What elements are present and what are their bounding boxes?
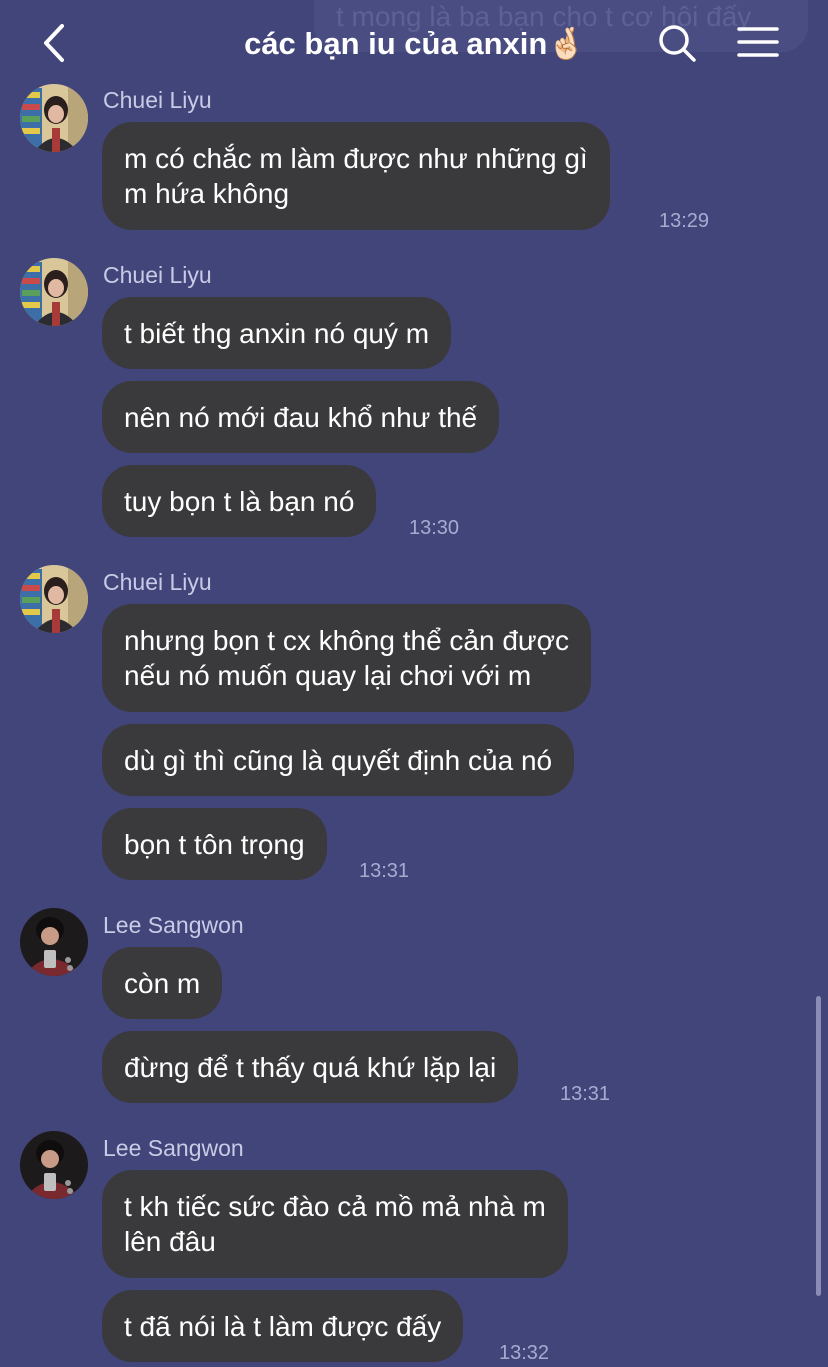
message-timestamp: 13:31 <box>359 860 410 882</box>
avatar-chuei-liyu[interactable] <box>20 565 88 633</box>
message-line: m có chắc m làm được như những gì <box>124 143 588 174</box>
message-bubble[interactable]: m có chắc m làm được như những gì m hứa … <box>102 122 610 230</box>
message-line: t đã nói là t làm được đấy <box>124 1310 442 1342</box>
chat-title: các bạn iu của anxin🤞🏻 <box>244 26 586 61</box>
search-icon <box>659 25 696 62</box>
message-bubble[interactable]: nhưng bọn t cx không thể cản được nếu nó… <box>102 604 592 712</box>
avatar-chuei-liyu[interactable] <box>20 84 88 152</box>
message-line: tuy bọn t là bạn nó <box>124 485 355 517</box>
message-line: lên đâu <box>124 1226 216 1257</box>
message-timestamp: 13:29 <box>659 210 710 232</box>
menu-button[interactable] <box>736 24 780 62</box>
message-line: nên nó mới đau khổ như thế <box>124 401 478 433</box>
message-bubble[interactable]: t đã nói là t làm được đấy <box>102 1290 464 1362</box>
message-line: m hứa không <box>124 178 290 209</box>
sender-name: Lee Sangwon <box>103 912 244 938</box>
message-line: còn m <box>124 967 201 999</box>
sender-name: Chuei Liyu <box>103 569 212 595</box>
message-line: t kh tiếc sức đào cả mồ mả nhà m <box>124 1191 546 1222</box>
sender-name: Chuei Liyu <box>103 262 212 288</box>
message-bubble[interactable]: t biết thg anxin nó quý m <box>102 297 452 369</box>
scrollbar[interactable] <box>816 996 821 1296</box>
avatar-chuei-liyu[interactable] <box>20 258 88 326</box>
avatar-lee-sangwon[interactable] <box>20 1131 88 1199</box>
hamburger-menu-icon <box>737 27 779 57</box>
message-bubble[interactable]: tuy bọn t là bạn nó <box>102 465 377 537</box>
message-line: nhưng bọn t cx không thể cản được <box>124 625 570 656</box>
sender-name: Lee Sangwon <box>103 1135 244 1161</box>
avatar-lee-sangwon[interactable] <box>20 908 88 976</box>
message-timestamp: 13:30 <box>409 517 460 539</box>
sender-name: Chuei Liyu <box>103 87 212 113</box>
message-bubble[interactable]: dù gì thì cũng là quyết định của nó <box>102 724 575 796</box>
chat-header: t mong là ba bạn cho t cơ hội đấy các bạ… <box>0 0 828 86</box>
message-bubble[interactable]: nên nó mới đau khổ như thế <box>102 381 500 453</box>
message-line: t biết thg anxin nó quý m <box>124 317 430 349</box>
search-button[interactable] <box>656 22 698 64</box>
message-line: dù gì thì cũng là quyết định của nó <box>124 744 553 776</box>
message-bubble[interactable]: còn m <box>102 947 223 1019</box>
message-bubble[interactable]: đừng để t thấy quá khứ lặp lại <box>102 1031 519 1103</box>
message-timestamp: 13:32 <box>499 1342 550 1364</box>
message-line: bọn t tôn trọng <box>124 828 305 860</box>
chevron-left-icon <box>44 24 64 62</box>
back-button[interactable] <box>36 22 76 64</box>
message-bubble[interactable]: t kh tiếc sức đào cả mồ mả nhà m lên đâu <box>102 1170 568 1278</box>
message-line: nếu nó muốn quay lại chơi với m <box>124 660 532 691</box>
message-timestamp: 13:31 <box>560 1083 611 1105</box>
message-bubble[interactable]: bọn t tôn trọng <box>102 808 327 880</box>
message-line: đừng để t thấy quá khứ lặp lại <box>124 1051 497 1083</box>
